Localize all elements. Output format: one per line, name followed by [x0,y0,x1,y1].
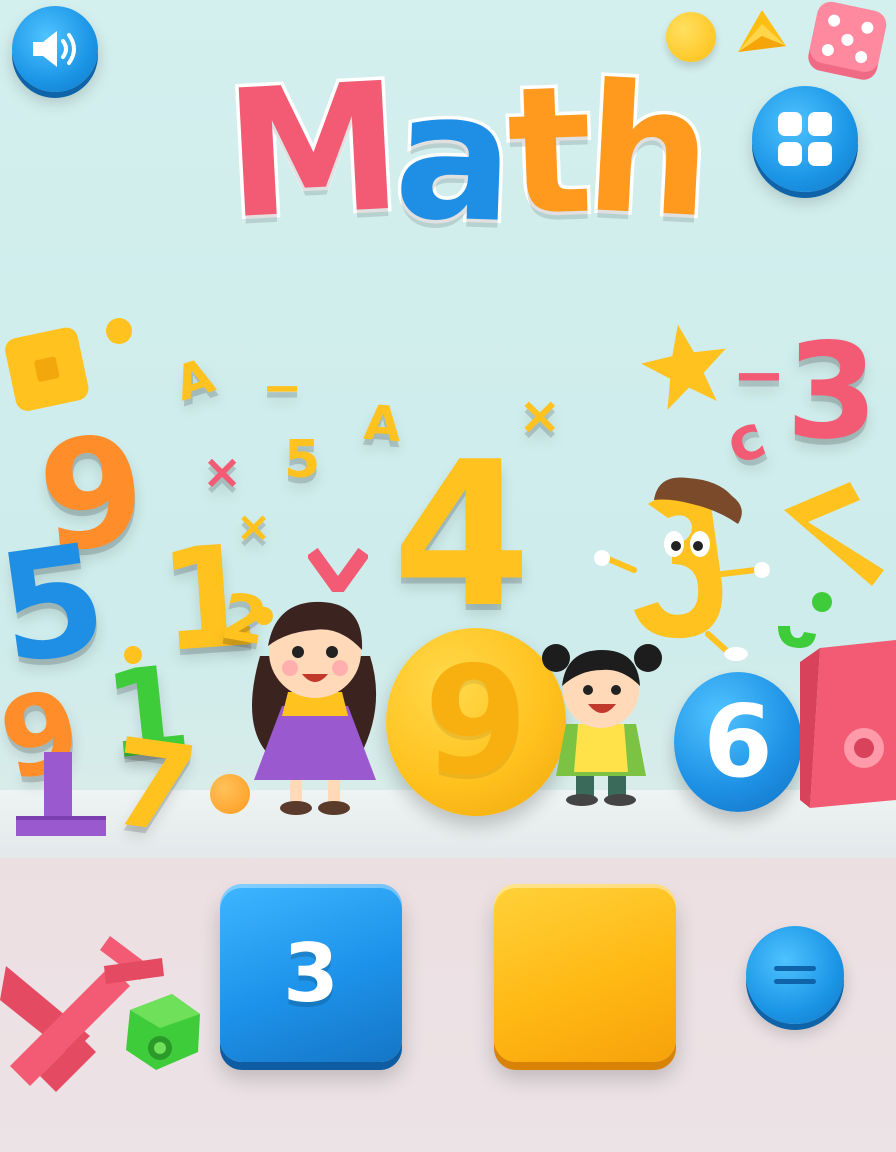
title-letter-t: t [501,44,593,259]
minus-decor: − [262,360,303,416]
letter-c-decor: c [717,401,775,479]
yellow-star-decor [641,324,726,410]
equals-icon [774,966,816,984]
times-decor-red: × [202,444,243,500]
yellow-square-decor [5,327,89,411]
number-six-ball: 6 [674,672,802,812]
title-letter-m: M [218,41,405,262]
small-five-decor: 5 [284,430,321,490]
tiny-ball-decor [124,646,142,664]
green-cube-decor [126,994,200,1070]
game-scene: M a t h A − A 5 × × × 9 5 1 2 9 1 7 4 9 … [0,0,896,1152]
boy-character [542,644,662,806]
small-ball-decor [106,318,132,344]
dice-decor [808,1,887,80]
letter-a-decor: A [168,347,221,413]
speaker-icon [33,31,76,67]
number-three-character [594,477,770,661]
yellow-angle-decor [784,482,884,586]
red-block-decor [800,640,896,808]
girl-character [252,601,377,815]
given-number-tile: 3 [220,884,402,1062]
answer-tile[interactable] [494,884,676,1062]
title-letter-h: h [578,43,715,261]
minus-decor-red: − [732,339,786,413]
menu-button[interactable] [752,86,858,192]
sound-button[interactable] [12,6,98,92]
big-nine-label: 9 [423,635,529,809]
purple-shape-decor [16,752,106,836]
number-three-red: 3 [786,315,878,469]
equals-button[interactable] [746,926,844,1024]
grid-icon [778,112,832,166]
game-title: M a t h [196,40,736,265]
number-six-label: 6 [703,683,773,800]
paper-fan-decor [738,10,786,52]
number-four-yellow: 4 [392,419,532,652]
number-seven-yellow: 7 [102,712,205,863]
given-number-label: 3 [283,926,339,1020]
title-letter-a: a [388,50,515,266]
